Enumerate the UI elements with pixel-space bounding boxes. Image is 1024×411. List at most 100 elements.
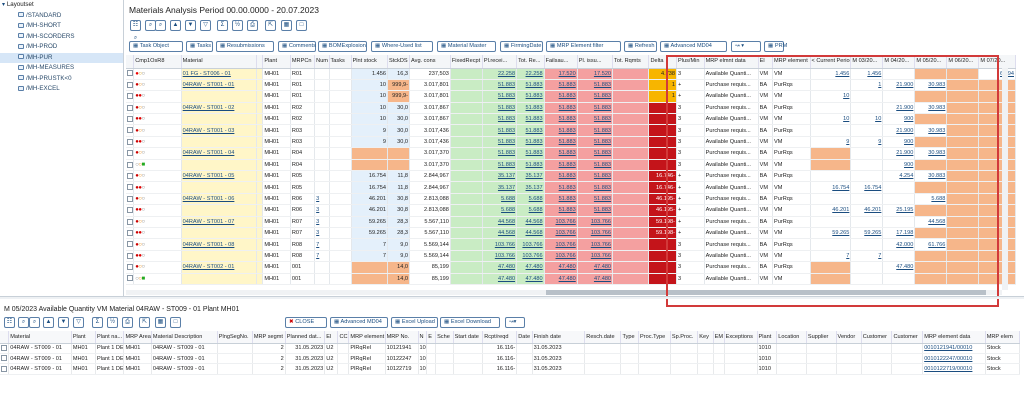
row-select[interactable] [126,261,135,274]
period-cell[interactable]: 17.198 [882,227,916,240]
pl-issues-cell[interactable]: 103.766 [577,227,614,240]
column-header[interactable]: Location [776,331,807,344]
column-header[interactable]: Num [314,55,330,69]
pl-issues-cell[interactable]: 103.766 [577,238,614,251]
column-header[interactable]: Date [516,331,533,344]
column-header[interactable]: StckDS [387,55,411,69]
find-next-icon[interactable]: ⌕ [29,317,40,328]
period-cell[interactable] [978,261,1016,274]
material-link[interactable]: 04RAW - ST001 - 04 [181,147,257,160]
row-select[interactable] [126,273,135,285]
detail-button[interactable]: ✖ CLOSE [285,317,327,328]
layout-item[interactable]: /MH-PROD [0,42,123,53]
num-cell[interactable]: 3 [314,193,330,206]
current-period-cell[interactable] [810,170,852,183]
info-icon[interactable]: □ [296,20,307,31]
num-cell[interactable]: 7 [314,238,330,251]
num-cell[interactable] [314,147,330,160]
num-cell[interactable] [314,136,330,149]
layout-icon[interactable]: ▦ [281,20,292,31]
column-header[interactable]: FixedRecpt [450,55,483,69]
period-cell[interactable] [946,147,980,160]
row-select[interactable] [0,353,10,365]
row-checkbox[interactable] [127,161,133,168]
cell[interactable]: 0010121941/00010 [922,343,986,354]
table-row[interactable]: ●●○ MH01 R01 10 999,9- 3.017,801 51.883 … [126,90,1016,103]
tot-receipts-cell[interactable]: 51.883 [516,159,545,172]
column-header[interactable]: Delta [648,55,678,69]
failsafe-cell[interactable]: 51.883 [544,90,578,103]
period-cell[interactable]: 1.456 [850,68,884,80]
pl-receipts-cell[interactable]: 103.766 [482,238,518,251]
pl-issues-cell[interactable]: 51.883 [577,124,614,137]
sort-asc-icon[interactable]: ▲ [43,317,54,328]
period-cell[interactable] [882,193,916,206]
period-cell[interactable] [914,136,948,149]
period-cell[interactable]: 900 [882,159,916,172]
tot-receipts-cell[interactable]: 47.480 [516,273,545,285]
num-cell[interactable] [314,124,330,137]
failsafe-cell[interactable]: 51.883 [544,159,578,172]
column-header[interactable]: Plant [757,331,778,344]
table-row[interactable]: 04RAW - ST009 - 01 MH01 Plant 1 DE MH01 04RA… [0,343,1021,354]
pl-receipts-cell[interactable]: 103.766 [482,250,518,263]
tot-receipts-cell[interactable]: 51.883 [516,79,545,92]
column-header[interactable]: Sche [435,331,454,344]
cell[interactable]: 0010122247/00010 [922,353,986,365]
row-select[interactable] [126,170,135,183]
row-checkbox[interactable] [127,93,133,100]
pl-issues-cell[interactable]: 51.883 [577,90,614,103]
layout-icon[interactable]: ▦ [155,317,166,328]
pl-issues-cell[interactable]: 51.883 [577,147,614,160]
row-checkbox[interactable] [127,104,133,111]
current-period-cell[interactable]: 10 [810,113,852,126]
row-select[interactable] [126,102,135,115]
pl-receipts-cell[interactable]: 44.568 [482,227,518,240]
toolbar-button[interactable]: ▦ Task Object [129,41,183,52]
table-row[interactable]: ●○○ 04RAW - ST001 - 04 MH01 R04 3.017,37… [126,147,1016,160]
period-cell[interactable] [882,273,916,285]
table-row[interactable]: ●○○ 04RAW - ST002 - 01 MH01 001 14,0 85,… [126,261,1016,274]
pl-receipts-cell[interactable]: 5.688 [482,193,518,206]
pl-receipts-cell[interactable]: 5.688 [482,204,518,217]
row-checkbox[interactable] [127,184,133,191]
material-link[interactable] [181,227,257,240]
row-checkbox[interactable] [127,127,133,134]
material-link[interactable] [181,204,257,217]
column-header[interactable]: MRP element [772,55,811,69]
period-cell[interactable] [914,159,948,172]
period-cell[interactable]: 21.900 [882,147,916,160]
toolbar-button[interactable]: ▦ MRP Element filter [546,41,621,52]
period-cell[interactable] [978,238,1016,251]
filter-icon[interactable]: ▽ [73,317,84,328]
period-cell[interactable] [946,250,980,263]
pl-issues-cell[interactable]: 103.766 [577,216,614,228]
export-icon[interactable]: ⇱ [139,317,150,328]
failsafe-cell[interactable]: 51.883 [544,102,578,115]
column-header[interactable]: Supplier [806,331,837,344]
period-cell[interactable] [978,170,1016,183]
column-header[interactable]: Failsau... [544,55,578,69]
column-header[interactable]: Exceptions [724,331,758,344]
failsafe-cell[interactable]: 51.883 [544,79,578,92]
row-select[interactable] [126,90,135,103]
column-header[interactable]: N [418,331,428,344]
period-cell[interactable] [914,273,948,285]
layout-item[interactable]: /MH-SCORDERS [0,32,123,43]
period-cell[interactable] [978,216,1016,228]
period-cell[interactable] [850,90,884,103]
period-cell[interactable] [946,261,980,274]
horizontal-scrollbar[interactable] [126,290,1002,295]
tot-receipts-cell[interactable]: 103.766 [516,250,545,263]
period-cell[interactable]: 30.983 [914,124,948,137]
failsafe-cell[interactable]: 103.766 [544,250,578,263]
material-link[interactable] [181,90,257,103]
row-select[interactable] [126,124,135,137]
row-select[interactable] [126,238,135,251]
tot-receipts-cell[interactable]: 51.883 [516,113,545,126]
column-header[interactable]: Planned dat... [285,331,326,344]
current-period-cell[interactable]: 1.456 [810,68,852,80]
material-link[interactable] [181,181,257,194]
table-row[interactable]: ●○○ 04RAW - ST001 - 05 MH01 R05 16.754 1… [126,170,1016,183]
column-header[interactable]: Tasks [329,55,352,69]
